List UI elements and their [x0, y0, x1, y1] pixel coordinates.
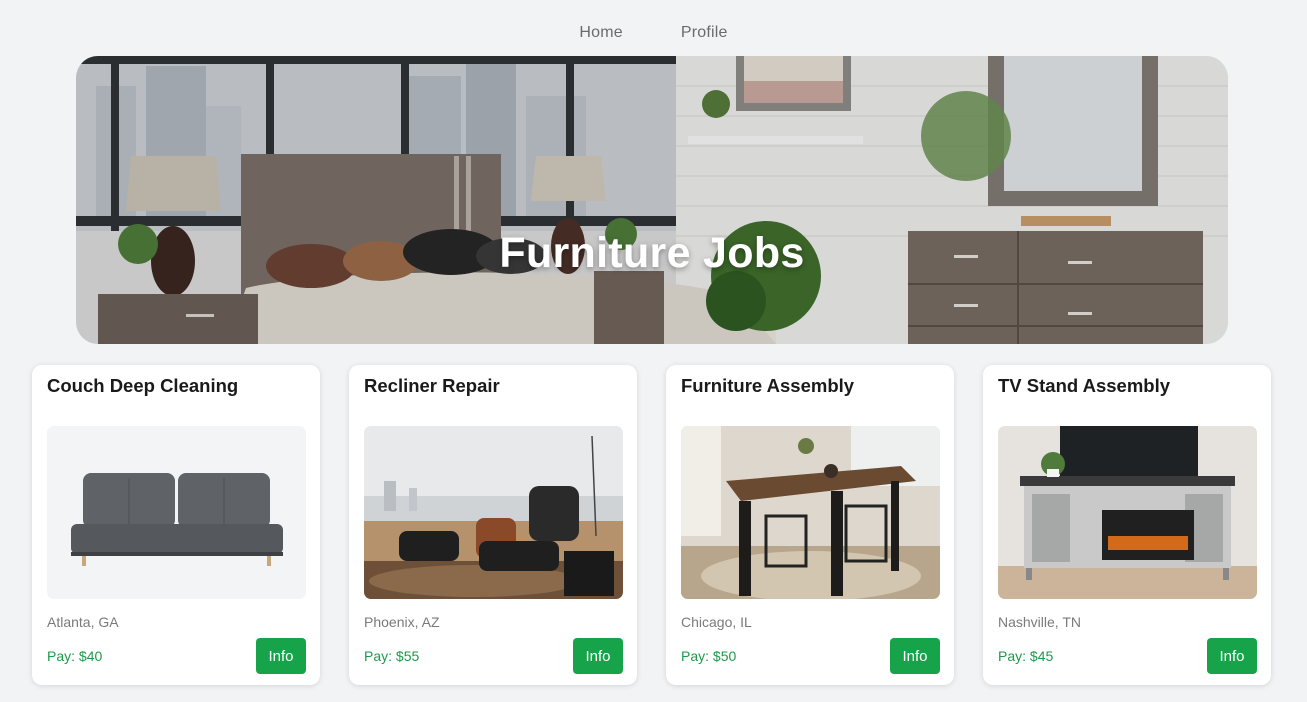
job-pay: Pay: $40 [47, 648, 103, 664]
recliner-image [364, 426, 623, 599]
sofa-image [47, 426, 306, 599]
job-title: TV Stand Assembly [998, 375, 1171, 396]
job-location: Chicago, IL [681, 614, 752, 630]
dining-table-image [681, 426, 940, 599]
info-button[interactable]: Info [573, 638, 623, 674]
job-pay: Pay: $55 [364, 648, 420, 664]
job-title: Recliner Repair [364, 375, 500, 396]
tv-stand-image [998, 426, 1257, 599]
job-card-list: Couch Deep Cleaning Atlanta, GA Pay: $40… [32, 365, 1271, 685]
job-pay: Pay: $50 [681, 648, 737, 664]
job-card: Recliner Repair Phoenix, AZ Pay: $55 Inf… [349, 365, 637, 685]
info-button[interactable]: Info [256, 638, 306, 674]
job-pay: Pay: $45 [998, 648, 1054, 664]
info-button[interactable]: Info [1207, 638, 1257, 674]
job-title: Couch Deep Cleaning [47, 375, 239, 396]
job-location: Atlanta, GA [47, 614, 119, 630]
top-nav: Home Profile [0, 0, 1307, 56]
job-location: Nashville, TN [998, 614, 1081, 630]
job-card: Couch Deep Cleaning Atlanta, GA Pay: $40… [32, 365, 320, 685]
hero-banner: Furniture Jobs [76, 56, 1228, 344]
job-card: TV Stand Assembly Nashville, TN Pay: $45… [983, 365, 1271, 685]
job-title: Furniture Assembly [681, 375, 855, 396]
job-location: Phoenix, AZ [364, 614, 440, 630]
hero-title: Furniture Jobs [499, 229, 805, 277]
job-card: Furniture Assembly Chicago, IL Pay: $50 … [666, 365, 954, 685]
info-button[interactable]: Info [890, 638, 940, 674]
bedroom-hero-image [76, 56, 1228, 344]
nav-home-link[interactable]: Home [579, 24, 622, 42]
nav-profile-link[interactable]: Profile [681, 24, 728, 42]
